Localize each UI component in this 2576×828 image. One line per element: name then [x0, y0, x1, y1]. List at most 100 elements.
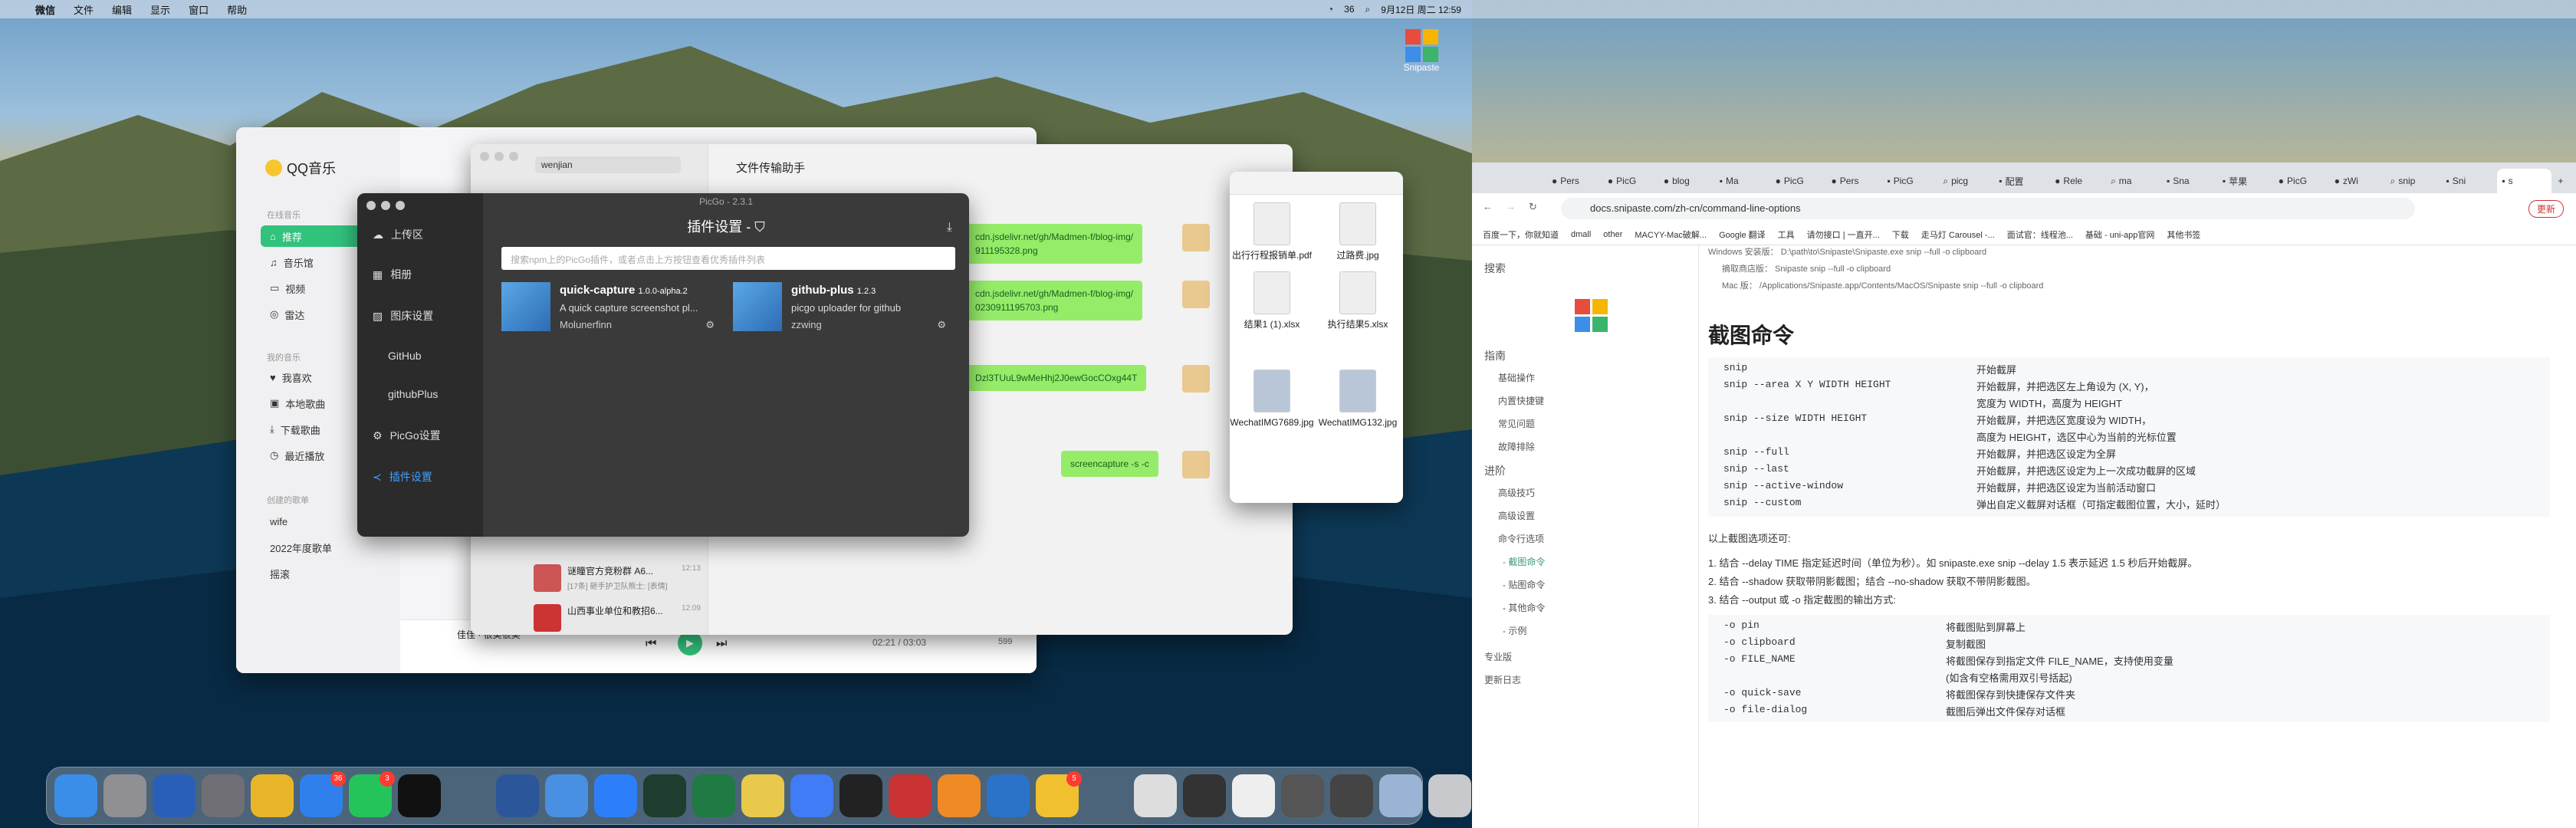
- tab[interactable]: ● zWi: [2330, 169, 2384, 193]
- notes-dock-icon[interactable]: [741, 774, 784, 817]
- tab[interactable]: ⌕ ma: [2106, 169, 2160, 193]
- mail-dock-icon[interactable]: 36: [300, 771, 346, 817]
- word-dock-icon[interactable]: [496, 774, 539, 817]
- snipaste-desktop-icon[interactable]: Snipaste: [1401, 29, 1441, 73]
- nav-tips[interactable]: 高级技巧: [1498, 486, 1535, 499]
- nav-advanced[interactable]: 进阶: [1484, 463, 1506, 478]
- finder-dock-icon[interactable]: [54, 774, 97, 817]
- file-item[interactable]: 执行结果5.xlsx: [1316, 271, 1400, 330]
- tab[interactable]: ● PicG: [1603, 169, 1658, 193]
- menu-app[interactable]: 微信: [26, 2, 64, 17]
- message-bubble[interactable]: screencapture -s -c: [1061, 451, 1158, 477]
- menu-help[interactable]: 帮助: [218, 2, 256, 17]
- tab[interactable]: ● Rele: [2050, 169, 2104, 193]
- bookmark[interactable]: 请勿接口 | 一直开...: [1807, 228, 1880, 241]
- playlist-item[interactable]: 2022年度歌单: [261, 537, 389, 558]
- search-input[interactable]: wenjian: [535, 156, 681, 173]
- bookmark[interactable]: 其他书签: [2167, 228, 2200, 241]
- bookmark[interactable]: 工具: [1778, 228, 1795, 241]
- trash-dock-icon[interactable]: [1428, 774, 1471, 817]
- tab[interactable]: ● Pers: [1547, 169, 1602, 193]
- address-bar[interactable]: docs.snipaste.com/zh-cn/command-line-opt…: [1561, 198, 2415, 219]
- nav-cli[interactable]: 命令行选项: [1498, 532, 1544, 545]
- wechat-dock-icon[interactable]: 3: [349, 771, 395, 817]
- zoom-button[interactable]: [509, 152, 518, 161]
- nav-examples[interactable]: - 示例: [1503, 624, 1526, 637]
- window-thumb-dock-icon[interactable]: [1183, 774, 1226, 817]
- zoom-button[interactable]: [396, 201, 405, 210]
- bookmark[interactable]: Google 翻译: [1719, 228, 1766, 241]
- playlist-item[interactable]: 摇滚: [261, 563, 389, 584]
- next-icon[interactable]: ⏭: [716, 637, 727, 651]
- settings-dock-icon[interactable]: [202, 774, 245, 817]
- message-bubble[interactable]: cdn.jsdelivr.net/gh/Madmen-f/blog-img/ 0…: [966, 281, 1143, 320]
- file-item[interactable]: 过路费.jpg: [1316, 202, 1400, 261]
- chat-row[interactable]: 山西事业单位和教招6... 12:09: [524, 598, 708, 635]
- close-button[interactable]: [480, 152, 489, 161]
- snipaste-dock-icon[interactable]: 5: [1036, 771, 1082, 817]
- minimize-button[interactable]: [381, 201, 390, 210]
- bookmark[interactable]: dmall: [1571, 230, 1591, 239]
- wifi-icon[interactable]: ◔: [1328, 4, 1333, 15]
- plugin-search-input[interactable]: 搜索npm上的PicGo插件，或者点击上方按钮查看优秀插件列表: [501, 247, 955, 270]
- gear-icon[interactable]: ⚙: [937, 319, 946, 331]
- bookmark[interactable]: other: [1603, 230, 1622, 239]
- window-thumb-dock-icon[interactable]: [1281, 774, 1324, 817]
- close-button[interactable]: [366, 201, 376, 210]
- books-dock-icon[interactable]: [938, 774, 981, 817]
- window-thumb-dock-icon[interactable]: [1330, 774, 1373, 817]
- reload-icon[interactable]: ↻: [1529, 201, 1537, 213]
- nav-pro[interactable]: 专业版: [1484, 650, 1512, 663]
- message-bubble[interactable]: Dzl3TUuL9wMeHhj2J0ewGocCOxg44T: [966, 365, 1147, 391]
- plugin-card[interactable]: github-plus 1.2.3 picgo uploader for git…: [733, 279, 951, 337]
- chat-row[interactable]: 谜瞳官方竞粉群 A6... [17条] 砸手护卫队熊士: [表情] 12:13: [524, 558, 708, 598]
- file-item[interactable]: WechatIMG132.jpg: [1316, 370, 1400, 429]
- nav-shortcuts[interactable]: 内置快捷键: [1498, 394, 1544, 407]
- search-icon[interactable]: ⌕: [1365, 4, 1371, 15]
- nav-gallery[interactable]: ▦ 相册: [373, 267, 412, 282]
- menu-file[interactable]: 文件: [64, 2, 103, 17]
- docs-search-input[interactable]: 搜索: [1484, 261, 1506, 276]
- freeform-dock-icon[interactable]: [153, 774, 196, 817]
- nav-plugin-settings[interactable]: ≺ 插件设置: [373, 469, 432, 485]
- download-icon[interactable]: ⤓: [947, 221, 952, 235]
- menu-edit[interactable]: 编辑: [103, 2, 141, 17]
- file-item[interactable]: 结果1 (1).xlsx: [1230, 271, 1314, 330]
- nav-github[interactable]: GitHub: [388, 350, 422, 362]
- tab[interactable]: ⌕ snip: [2386, 169, 2440, 193]
- chrome-dock-icon[interactable]: [251, 774, 294, 817]
- minimize-button[interactable]: [495, 152, 504, 161]
- tab[interactable]: ▪ Sni: [2442, 169, 2496, 193]
- excel-dock-icon[interactable]: [692, 774, 735, 817]
- file-item[interactable]: 出行行程报销单.pdf: [1230, 202, 1314, 261]
- menu-window[interactable]: 窗口: [179, 2, 218, 17]
- tab[interactable]: ● Pers: [1827, 169, 1881, 193]
- menu-view[interactable]: 显示: [141, 2, 179, 17]
- bookmark[interactable]: 百度一下，你就知道: [1483, 228, 1559, 241]
- nav-guide[interactable]: 指南: [1484, 348, 1506, 363]
- window-thumb-dock-icon[interactable]: [1232, 774, 1275, 817]
- forward-icon[interactable]: →: [1506, 201, 1516, 212]
- activity-monitor-dock-icon[interactable]: [643, 774, 686, 817]
- bookmark[interactable]: 面试官：线程池...: [2007, 228, 2073, 241]
- file-item[interactable]: WechatIMG7689.jpg: [1230, 370, 1314, 429]
- game-dock-icon[interactable]: [889, 774, 932, 817]
- nav-upload[interactable]: ☁ 上传区: [373, 227, 423, 242]
- tab-active[interactable]: ▪ s: [2497, 169, 2552, 193]
- window-thumb-dock-icon[interactable]: [1379, 774, 1422, 817]
- nav-other-cmds[interactable]: - 其他命令: [1503, 601, 1545, 614]
- tab[interactable]: ● blog: [1659, 169, 1714, 193]
- nav-picgo-settings[interactable]: ⚙ PicGo设置: [373, 428, 441, 443]
- nav-adv-settings[interactable]: 高级设置: [1498, 509, 1535, 522]
- nav-faq[interactable]: 常见问题: [1498, 417, 1535, 430]
- dingtalk-dock-icon[interactable]: [790, 774, 833, 817]
- tab[interactable]: ⌕ picg: [1938, 169, 1993, 193]
- bookmark[interactable]: MACYY-Mac破解...: [1635, 228, 1707, 241]
- tab[interactable]: ▪ Sna: [2162, 169, 2216, 193]
- bookmark[interactable]: 基础 - uni-app官网: [2085, 228, 2154, 241]
- prev-icon[interactable]: ⏮: [646, 637, 656, 651]
- clock[interactable]: 9月12日 周二 12:59: [1381, 3, 1461, 16]
- bookmark[interactable]: 走马灯 Carousel -...: [1921, 228, 1995, 241]
- bag-icon[interactable]: ⛉: [754, 219, 765, 235]
- bookmark[interactable]: 下载: [1892, 228, 1909, 241]
